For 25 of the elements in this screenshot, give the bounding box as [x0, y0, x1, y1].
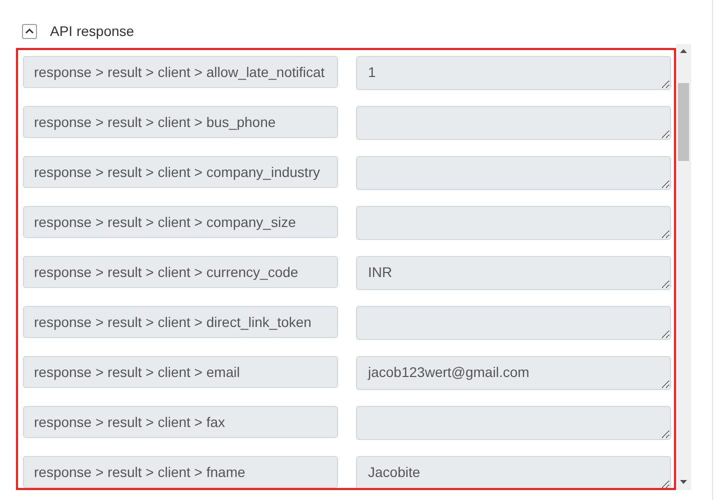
field-path: response > result > client > email	[23, 356, 338, 388]
field-path: response > result > client > company_size	[23, 206, 338, 238]
value-field[interactable]: INR	[356, 256, 671, 290]
value-field[interactable]	[356, 206, 671, 240]
field-path: response > result > client > fax	[23, 406, 338, 438]
field-path: response > result > client > currency_code	[23, 256, 338, 288]
section-title: API response	[50, 22, 134, 41]
scroll-up-icon[interactable]	[680, 49, 687, 53]
value-field[interactable]: 1	[356, 56, 671, 90]
field-path: response > result > client > direct_link_token	[23, 306, 338, 338]
value-field[interactable]	[356, 106, 671, 140]
scroll-thumb[interactable]	[678, 83, 689, 161]
field-path: response > result > client > fname	[23, 456, 338, 488]
value-field[interactable]	[356, 406, 671, 440]
chevron-icon	[25, 28, 34, 34]
scrollbar[interactable]	[676, 44, 691, 490]
scroll-down-icon[interactable]	[680, 480, 687, 484]
field-path: response > result > client > bus_phone	[23, 106, 338, 138]
value-field[interactable]	[356, 156, 671, 190]
value-field[interactable]: Jacobite	[356, 456, 671, 488]
field-path: response > result > client > company_industry	[23, 156, 338, 188]
field-path: response > result > client > allow_late_notificat	[23, 56, 338, 88]
value-field[interactable]: jacob123wert@gmail.com	[356, 356, 671, 390]
value-field[interactable]	[356, 306, 671, 340]
collapse-toggle[interactable]	[22, 24, 37, 38]
